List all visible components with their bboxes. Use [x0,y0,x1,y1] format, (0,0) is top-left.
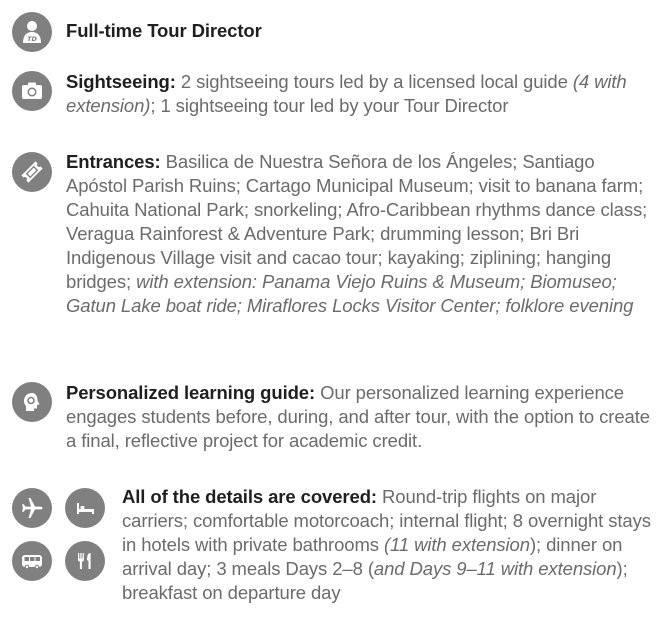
head-icon [12,382,52,422]
details-em-2: and Days 9–11 with extension [373,558,617,579]
utensils-icon [65,541,105,581]
learning-text: Personalized learning guide: Our persona… [66,381,658,453]
details-text: All of the details are covered: Round-tr… [122,485,658,605]
svg-text:TD: TD [27,35,37,43]
sightseeing-text: Sightseeing: 2 sightseeing tours led by … [66,70,658,118]
entrances-em-1: with extension: Panama Viejo Ruins & Mus… [66,271,634,316]
sightseeing-text-2: ; 1 sightseeing tour led by your Tour Di… [150,95,509,116]
learning-label: Personalized learning guide: [66,382,316,403]
details-em-1: (11 with extension [384,534,530,555]
entrances-label: Entrances: [66,151,161,172]
sightseeing-label: Sightseeing: [66,71,176,92]
entrances-text: Entrances: Basilica de Nuestra Señora de… [66,150,658,318]
camera-icon [12,71,52,111]
trip-inclusions: TD Full-time Tour Director Sightseeing: … [0,0,664,618]
details-label: All of the details are covered: [122,486,377,507]
bus-icon [12,541,52,581]
sightseeing-text-1: 2 sightseeing tours led by a licensed lo… [175,71,573,92]
airplane-icon [12,488,52,528]
director-label: Full-time Tour Director [66,20,262,41]
bed-icon [65,488,105,528]
ticket-icon [12,152,52,192]
director-text: Full-time Tour Director [66,19,658,43]
tour-director-icon: TD [12,12,52,52]
